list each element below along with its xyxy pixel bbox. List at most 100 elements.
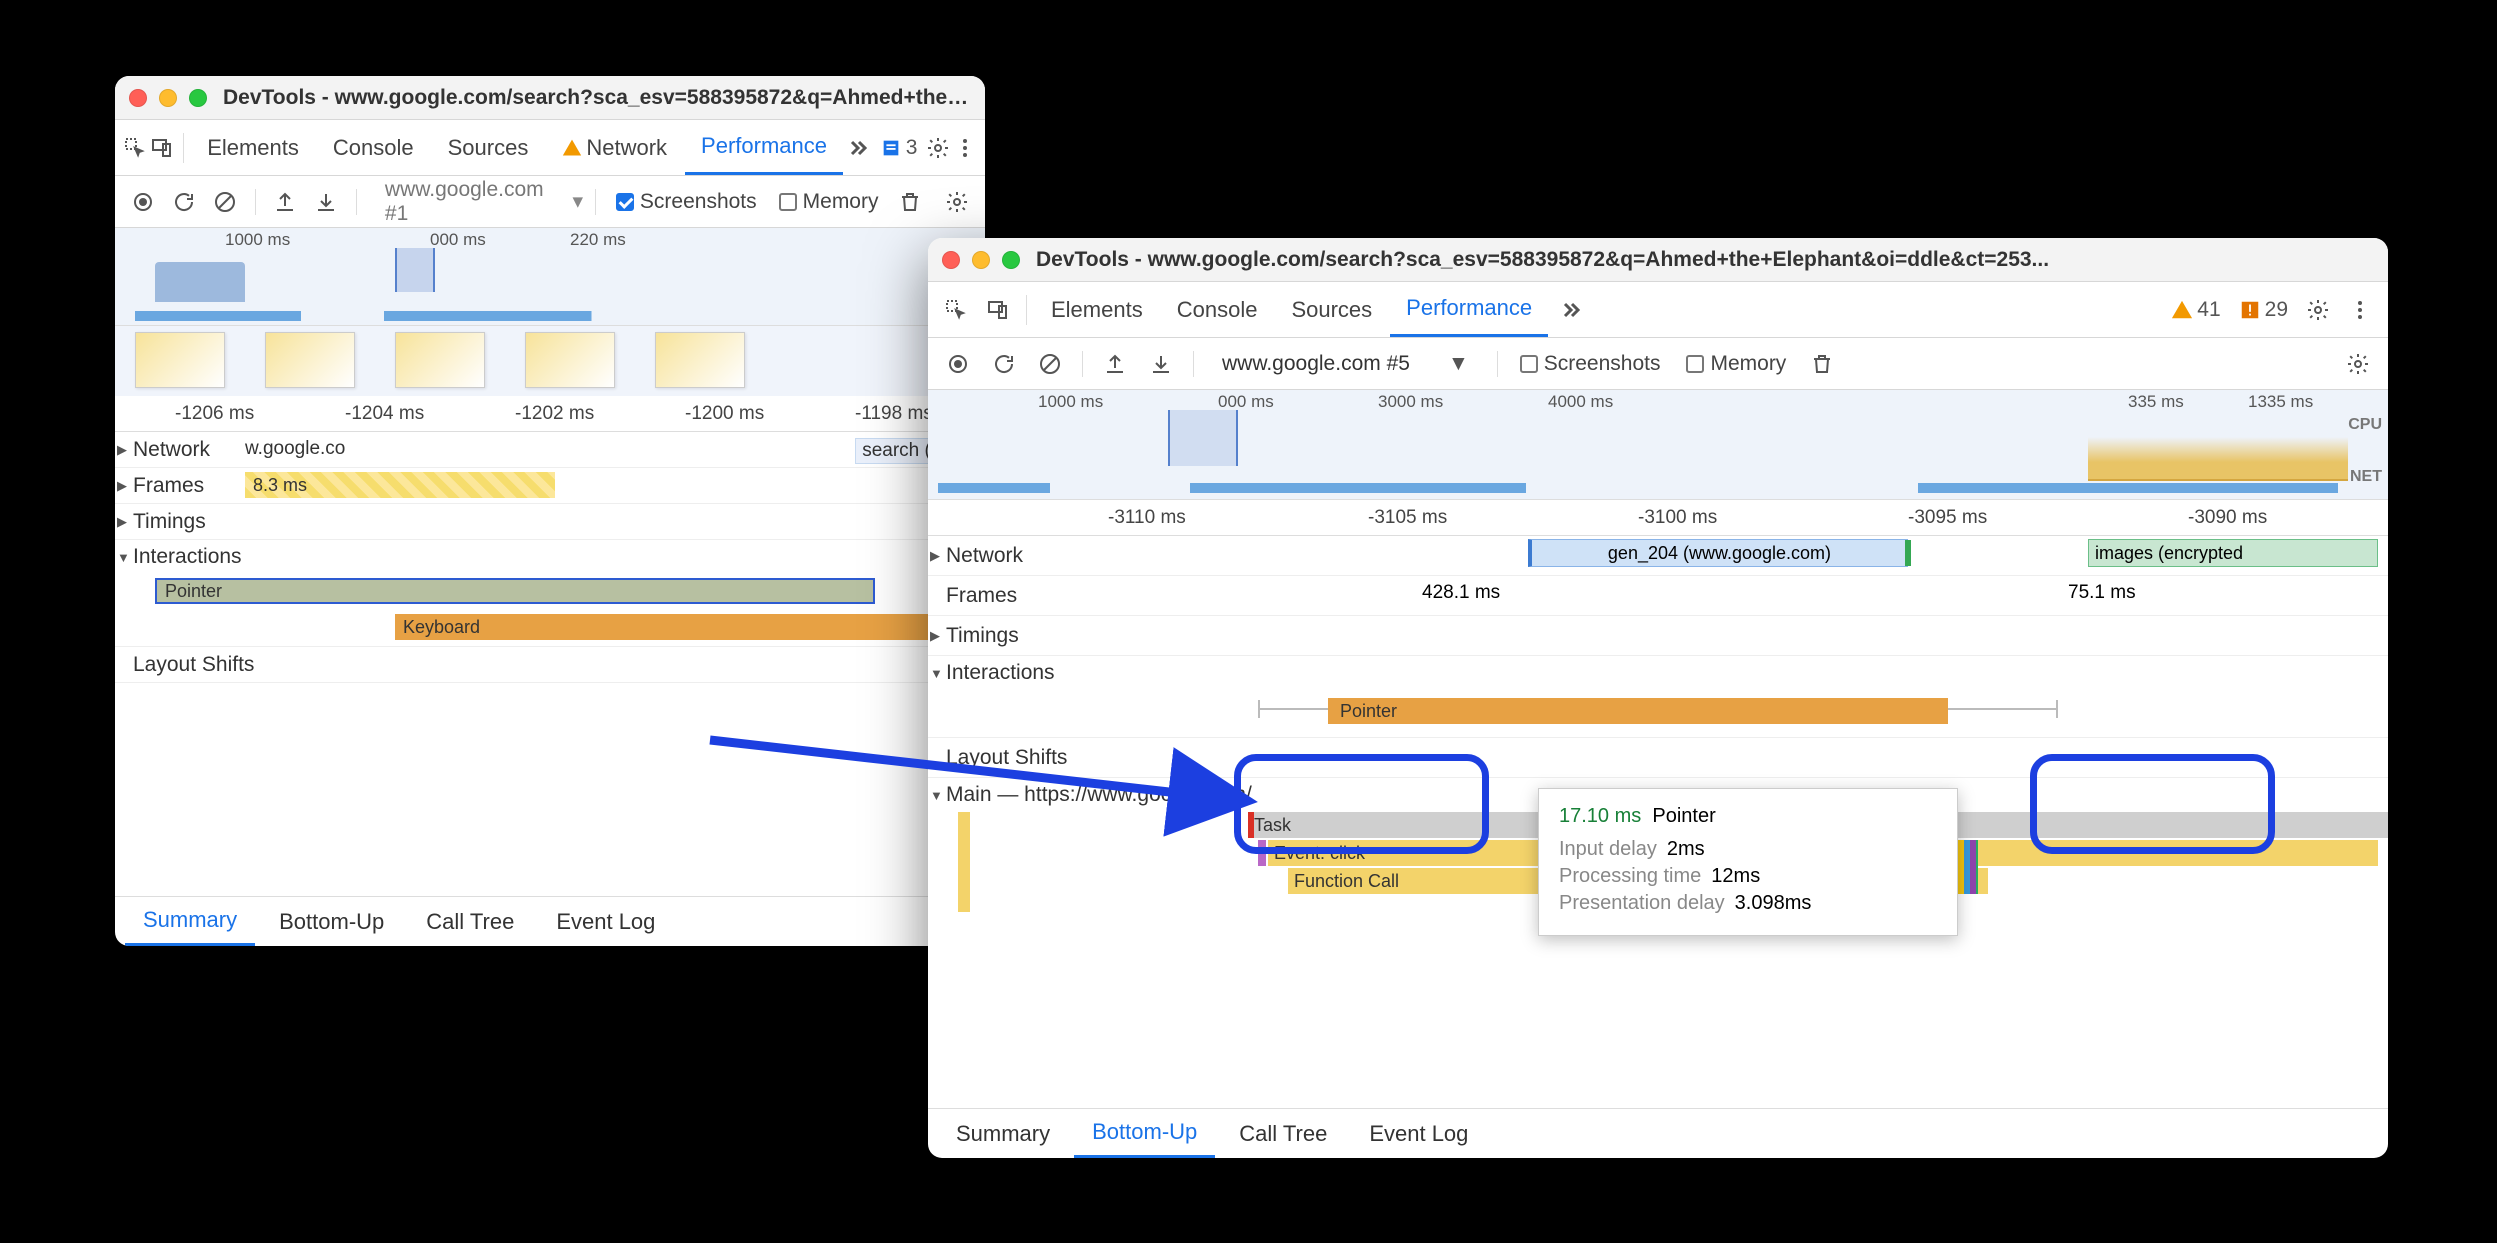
track-layout-shifts[interactable]: Layout Shifts (928, 738, 1128, 777)
recording-name[interactable]: www.google.com #5 (1206, 352, 1426, 376)
minimize-window-button[interactable] (972, 251, 990, 269)
tab-event-log[interactable]: Event Log (538, 897, 673, 946)
tab-performance[interactable]: Performance (685, 120, 843, 175)
ruler-mark: -3110 ms (1108, 507, 1186, 529)
record-icon[interactable] (938, 344, 978, 384)
tab-console[interactable]: Console (317, 120, 430, 175)
zoom-window-button[interactable] (189, 89, 207, 107)
tab-bottom-up[interactable]: Bottom-Up (1074, 1109, 1215, 1158)
track-frames[interactable]: ▶Frames (115, 468, 245, 503)
settings-icon[interactable] (2298, 290, 2338, 330)
more-tabs-icon[interactable] (845, 128, 870, 168)
reload-icon[interactable] (166, 182, 201, 222)
track-interactions[interactable]: ▼Interactions (115, 540, 295, 574)
clear-icon[interactable] (1030, 344, 1070, 384)
timeline-ruler[interactable]: -1206 ms -1204 ms -1202 ms -1200 ms -119… (115, 396, 985, 432)
tooltip-label: Processing time (1559, 865, 1701, 888)
warnings-badge[interactable]: 41 (2163, 290, 2228, 330)
panel-settings-icon[interactable] (940, 182, 975, 222)
panel-settings-icon[interactable] (2338, 344, 2378, 384)
track-timings[interactable]: ▶Timings (115, 504, 245, 539)
device-toolbar-icon[interactable] (150, 128, 175, 168)
errors-badge[interactable]: 29 (2231, 290, 2296, 330)
delete-icon[interactable] (892, 182, 927, 222)
details-tabbar: Summary Bottom-Up Call Tree Event Log (115, 896, 985, 946)
download-icon[interactable] (1141, 344, 1181, 384)
tab-elements[interactable]: Elements (191, 120, 315, 175)
settings-icon[interactable] (925, 128, 950, 168)
screenshots-checkbox[interactable]: Screenshots (616, 190, 757, 214)
chevron-down-icon[interactable]: ▼ (1448, 352, 1469, 376)
network-request-bar[interactable]: gen_204 (www.google.com) (1528, 539, 1908, 567)
issues-icon[interactable]: 3 (874, 128, 924, 168)
screenshot-thumb[interactable] (265, 332, 355, 388)
track-main[interactable]: ▼Main — https://www.google.com/ (928, 778, 1448, 812)
interaction-tooltip: 17.10 ms Pointer Input delay2ms Processi… (1538, 788, 1958, 936)
tab-network[interactable]: Network (546, 120, 683, 175)
clear-icon[interactable] (207, 182, 242, 222)
ruler-mark: -1204 ms (345, 403, 424, 425)
tab-call-tree[interactable]: Call Tree (408, 897, 532, 946)
interaction-pointer-bar[interactable]: Pointer (1328, 698, 1948, 724)
timeline-ruler[interactable]: -3110 ms -3105 ms -3100 ms -3095 ms -309… (928, 500, 2388, 536)
screenshots-checkbox[interactable]: Screenshots (1520, 352, 1661, 376)
tab-console[interactable]: Console (1161, 282, 1274, 337)
minimize-window-button[interactable] (159, 89, 177, 107)
delete-icon[interactable] (1802, 344, 1842, 384)
track-network[interactable]: ▶Network (115, 432, 245, 467)
memory-checkbox[interactable]: Memory (1686, 352, 1786, 376)
kebab-menu-icon[interactable] (952, 128, 977, 168)
screenshot-thumb[interactable] (135, 332, 225, 388)
track-layout-shifts[interactable]: Layout Shifts (115, 647, 295, 682)
warnings-count: 41 (2197, 298, 2220, 322)
tab-bottom-up[interactable]: Bottom-Up (261, 897, 402, 946)
screenshot-thumb[interactable] (525, 332, 615, 388)
network-request-bar[interactable]: images (encrypted (2088, 539, 2378, 567)
tab-elements[interactable]: Elements (1035, 282, 1159, 337)
memory-checkbox[interactable]: Memory (779, 190, 879, 214)
track-frames[interactable]: Frames (928, 576, 1078, 615)
details-tabbar: Summary Bottom-Up Call Tree Event Log (928, 1108, 2388, 1158)
issues-count: 3 (906, 136, 918, 160)
more-tabs-icon[interactable] (1550, 290, 1590, 330)
track-timings[interactable]: ▶Timings (928, 616, 1078, 655)
screenshot-thumb[interactable] (655, 332, 745, 388)
overview-minimap[interactable]: 1000 ms 000 ms 220 ms (115, 228, 985, 326)
tab-sources[interactable]: Sources (432, 120, 545, 175)
tab-event-log[interactable]: Event Log (1351, 1109, 1486, 1158)
frame-bar[interactable]: 8.3 ms (245, 472, 555, 498)
tab-summary[interactable]: Summary (938, 1109, 1068, 1158)
inspect-element-icon[interactable] (123, 128, 148, 168)
close-window-button[interactable] (129, 89, 147, 107)
upload-icon[interactable] (1095, 344, 1135, 384)
track-interactions[interactable]: ▼Interactions (928, 656, 1108, 690)
upload-icon[interactable] (268, 182, 303, 222)
tab-summary[interactable]: Summary (125, 897, 255, 946)
ruler-mark: -3090 ms (2188, 507, 2267, 529)
recording-name[interactable]: www.google.com #1 (369, 178, 567, 226)
inspect-element-icon[interactable] (936, 290, 976, 330)
device-toolbar-icon[interactable] (978, 290, 1018, 330)
overview-time-mark: 4000 ms (1548, 392, 1613, 412)
overview-time-mark: 1000 ms (1038, 392, 1103, 412)
record-icon[interactable] (125, 182, 160, 222)
chevron-down-icon[interactable]: ▾ (572, 189, 583, 214)
interaction-pointer-bar[interactable]: Pointer (155, 578, 875, 604)
network-entry[interactable]: w.google.co (245, 438, 345, 460)
kebab-menu-icon[interactable] (2340, 290, 2380, 330)
download-icon[interactable] (309, 182, 344, 222)
ruler-mark: -3100 ms (1638, 507, 1717, 529)
overview-minimap[interactable]: 1000 ms 000 ms 3000 ms 4000 ms 335 ms 13… (928, 390, 2388, 500)
tab-performance[interactable]: Performance (1390, 282, 1548, 337)
close-window-button[interactable] (942, 251, 960, 269)
screenshot-strip[interactable] (115, 326, 985, 396)
reload-icon[interactable] (984, 344, 1024, 384)
interaction-keyboard-bar[interactable]: Keyboard (395, 614, 955, 640)
tab-call-tree[interactable]: Call Tree (1221, 1109, 1345, 1158)
frame-duration: 428.1 ms (1422, 582, 1500, 604)
tab-sources[interactable]: Sources (1275, 282, 1388, 337)
track-network[interactable]: ▶Network (928, 536, 1078, 575)
ruler-mark: -3095 ms (1908, 507, 1987, 529)
screenshot-thumb[interactable] (395, 332, 485, 388)
zoom-window-button[interactable] (1002, 251, 1020, 269)
